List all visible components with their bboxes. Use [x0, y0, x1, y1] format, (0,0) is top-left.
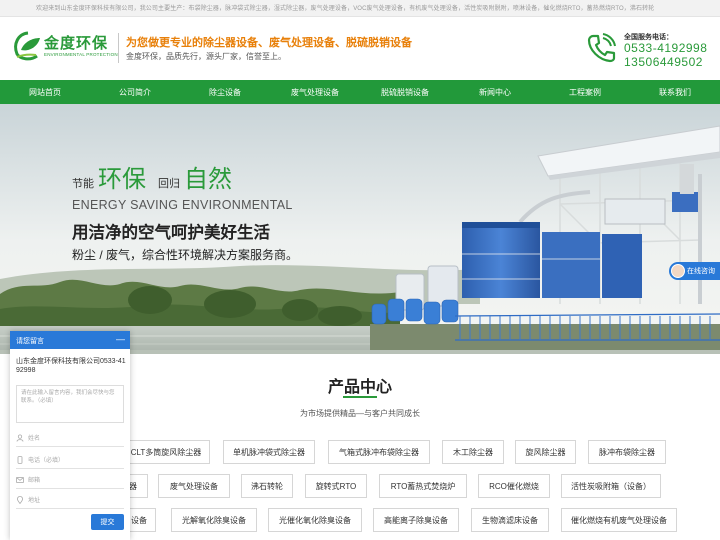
nav-desulfurization[interactable]: 脱硫脱销设备 [360, 80, 450, 104]
banner-word-4: 自然 [184, 166, 232, 193]
chat-header: 请您留言 — [10, 331, 130, 349]
banner-word-2: 环保 [98, 166, 146, 193]
product-tag[interactable]: 光解氧化除臭设备 [171, 508, 257, 532]
chat-name-field[interactable]: 姓名 [16, 429, 124, 447]
product-tag[interactable]: 木工除尘器 [442, 440, 504, 464]
chat-company-info: 山东金度环保科技有限公司0533-4192998 [16, 358, 126, 374]
header-subslogan: 金度环保，品质先行，源头厂家，信誉至上。 [126, 52, 286, 61]
banner-english: ENERGY SAVING ENVIRONMENTAL [72, 198, 293, 212]
agent-avatar [671, 264, 685, 278]
product-tag[interactable]: 单机脉冲袋式除尘器 [223, 440, 315, 464]
online-consult-label: 在线咨询 [687, 268, 715, 275]
product-tag[interactable]: 沸石转轮 [241, 474, 293, 498]
banner-word-3: 回归 [158, 178, 180, 190]
banner-description: 粉尘 / 废气，综合性环境解决方案服务商。 [72, 248, 299, 262]
hero-banner[interactable]: 节能 环保 回归 自然 ENERGY SAVING ENVIRONMENTAL 用洁净… [0, 104, 720, 354]
online-consult-button[interactable]: 在线咨询 [669, 262, 720, 280]
logo-name: 金度环保 [44, 35, 109, 52]
main-nav: 网站首页 公司简介 除尘设备 废气处理设备 脱硫脱销设备 新闻中心 工程案例 联… [0, 80, 720, 104]
chat-submit-button[interactable]: 提交 [91, 514, 124, 530]
chat-email-placeholder: 邮箱 [28, 478, 41, 484]
chat-address-field[interactable]: 地址 [16, 491, 124, 509]
phone-icon [587, 33, 616, 63]
nav-exhaust-equipment[interactable]: 废气处理设备 [270, 80, 360, 104]
chat-name-placeholder: 姓名 [28, 436, 41, 442]
hotline-phone-2: 13506449502 [624, 55, 703, 69]
leave-message-panel: 请您留言 — 山东金度环保科技有限公司0533-4192998 请在此输入留言内… [10, 331, 130, 540]
banner-title: 用洁净的空气呵护美好生活 [72, 224, 270, 242]
nav-cases[interactable]: 工程案例 [540, 80, 630, 104]
header-slogan: 为您做更专业的除尘器设备、废气处理设备、脱硫脱销设备 [126, 37, 412, 49]
product-tag[interactable]: CLT多筒旋风除尘器 [122, 440, 210, 464]
mail-icon [16, 476, 24, 483]
product-tag[interactable]: 活性炭吸附箱（设备） [561, 474, 661, 498]
top-notice-text: 欢迎来到山东金度环保科技有限公司，我公司主要生产：布袋除尘器，脉冲袋式除尘器，湿… [36, 6, 655, 12]
logo-subtitle: ENVIRONMENTAL PROTECTION [44, 52, 118, 57]
product-tag[interactable]: 高能离子除臭设备 [373, 508, 459, 532]
banner-word-1: 节能 [72, 178, 94, 190]
leaf-logo-icon [14, 31, 40, 61]
product-tag[interactable]: 旋转式RTO [305, 474, 367, 498]
site-header: 金度环保 ENVIRONMENTAL PROTECTION 为您做更专业的除尘器… [0, 17, 720, 80]
product-tag[interactable]: RTO蓄热式焚烧炉 [379, 474, 467, 498]
chat-email-field[interactable]: 邮箱 [16, 471, 124, 489]
site-logo[interactable]: 金度环保 ENVIRONMENTAL PROTECTION [12, 30, 118, 70]
chat-header-title: 请您留言 [16, 338, 44, 345]
chat-address-placeholder: 地址 [28, 498, 41, 504]
product-tag[interactable]: 废气处理设备 [158, 474, 230, 498]
product-tag[interactable]: 脉冲布袋除尘器 [588, 440, 666, 464]
chat-message-textarea[interactable]: 请在此输入留言内容，我们会尽快与您联系。（必填） [16, 385, 124, 423]
chat-phone-field[interactable]: 电话（必填） [16, 451, 124, 469]
top-notice-bar: 欢迎来到山东金度环保科技有限公司，我公司主要生产：布袋除尘器，脉冲袋式除尘器，湿… [0, 0, 720, 17]
product-tag[interactable]: 旋风除尘器 [515, 440, 576, 464]
nav-dust-equipment[interactable]: 除尘设备 [180, 80, 270, 104]
product-center-underline [343, 396, 377, 398]
banner-headline: 节能 环保 回归 自然 [72, 159, 244, 194]
location-icon [16, 495, 24, 504]
nav-home[interactable]: 网站首页 [0, 80, 90, 104]
nav-about[interactable]: 公司简介 [90, 80, 180, 104]
user-icon [16, 433, 24, 442]
phone-small-icon [17, 455, 23, 464]
nav-contact[interactable]: 联系我们 [630, 80, 720, 104]
chat-minimize-button[interactable]: — [116, 334, 125, 344]
product-tag[interactable]: 气箱式脉冲布袋除尘器 [328, 440, 430, 464]
product-tag[interactable]: 光催化氧化除臭设备 [268, 508, 362, 532]
product-tag[interactable]: RCO催化燃烧 [478, 474, 550, 498]
nav-news[interactable]: 新闻中心 [450, 80, 540, 104]
chat-phone-placeholder: 电话（必填） [28, 458, 65, 464]
product-tag[interactable]: 催化燃烧有机废气处理设备 [561, 508, 677, 532]
header-divider [118, 33, 119, 63]
product-tag[interactable]: 生物滴滤床设备 [471, 508, 549, 532]
hotline-phone-1: 0533-4192998 [624, 41, 708, 55]
